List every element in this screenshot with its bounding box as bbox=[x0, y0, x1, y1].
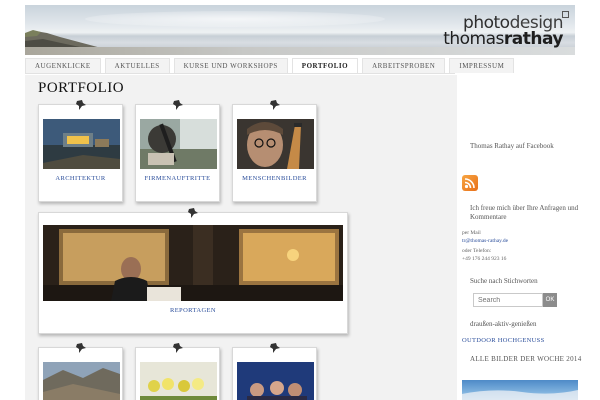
portfolio-card-architektur[interactable]: ARCHITEKTUR bbox=[38, 100, 123, 202]
mail-link[interactable]: tr@thomas-rathay.de bbox=[462, 238, 508, 245]
portfolio-card-reportagen[interactable]: REPORTAGEN bbox=[38, 208, 348, 334]
thumb-events bbox=[237, 362, 314, 400]
tagline: draußen-aktiv-genießen bbox=[470, 320, 537, 328]
nav-tab-impressum[interactable]: IMPRESSUM bbox=[449, 58, 515, 73]
phone-label: oder Telefon: bbox=[462, 248, 492, 254]
nav-tab-augenklicke[interactable]: AUGENKLICKE bbox=[25, 58, 101, 73]
phone-number: +49 176 244 923 16 bbox=[462, 256, 507, 262]
card-label[interactable]: ARCHITEKTUR bbox=[39, 175, 122, 182]
search-heading: Suche nach Stichworten bbox=[470, 277, 538, 285]
thumb-architektur bbox=[43, 119, 120, 169]
pushpin-icon bbox=[269, 343, 280, 353]
card-label[interactable]: REPORTAGEN bbox=[39, 307, 347, 314]
thumb-reportagen bbox=[43, 225, 343, 301]
pushpin-icon bbox=[75, 343, 86, 353]
portfolio-card-events[interactable] bbox=[232, 343, 317, 400]
nav-tab-aktuelles[interactable]: AKTUELLES bbox=[104, 58, 170, 73]
portfolio-card-firmenauftritte[interactable]: FIRMENAUFTRITTE bbox=[135, 100, 220, 202]
header-banner: photodesign thomasrathay bbox=[25, 5, 575, 55]
banner-cloud bbox=[85, 11, 385, 27]
portfolio-card-natur[interactable] bbox=[135, 343, 220, 400]
thumb-menschenbilder bbox=[237, 119, 314, 169]
card-label[interactable]: MENSCHENBILDER bbox=[233, 175, 316, 182]
banner-corner-mark bbox=[562, 11, 569, 18]
thumb-natur bbox=[140, 362, 217, 400]
pushpin-icon bbox=[172, 100, 183, 110]
portfolio-card-menschenbilder[interactable]: MENSCHENBILDER bbox=[232, 100, 317, 202]
outdoor-link[interactable]: OUTDOOR HOCHGENUSS bbox=[462, 336, 545, 345]
nav-tab-portfolio[interactable]: PORTFOLIO bbox=[291, 58, 359, 73]
thumb-firmenauftritte bbox=[140, 119, 217, 169]
facebook-link[interactable]: Thomas Rathay auf Facebook bbox=[470, 142, 595, 151]
thumb-landschaft bbox=[43, 362, 120, 400]
logo-word: thomas bbox=[443, 29, 504, 49]
contact-intro: Ich freue mich über Ihre Anfragen und Ko… bbox=[470, 204, 579, 221]
nav-tab-kurse[interactable]: KURSE UND WORKSHOPS bbox=[173, 58, 288, 73]
main-nav: AUGENKLICKE AKTUELLES KURSE UND WORKSHOP… bbox=[25, 58, 515, 74]
portfolio-card-landschaft[interactable] bbox=[38, 343, 123, 400]
pushpin-icon bbox=[269, 100, 280, 110]
rss-icon[interactable] bbox=[462, 175, 478, 191]
pushpin-icon bbox=[75, 100, 86, 110]
site-logo[interactable]: photodesign thomasrathay bbox=[443, 15, 564, 49]
search-input[interactable] bbox=[473, 293, 543, 307]
week-heading[interactable]: ALLE BILDER DER WOCHE 2014 bbox=[470, 355, 585, 364]
search-button[interactable]: OK bbox=[543, 293, 557, 307]
pushpin-icon bbox=[172, 343, 183, 353]
nav-tab-arbeitsproben[interactable]: ARBEITSPROBEN bbox=[362, 58, 446, 73]
week-photo[interactable] bbox=[462, 380, 578, 400]
mail-label: per Mail bbox=[462, 230, 481, 236]
card-label[interactable]: FIRMENAUFTRITTE bbox=[136, 175, 219, 182]
page-title: PORTFOLIO bbox=[38, 80, 125, 96]
pushpin-icon bbox=[188, 208, 198, 218]
logo-word: rathay bbox=[503, 29, 564, 49]
